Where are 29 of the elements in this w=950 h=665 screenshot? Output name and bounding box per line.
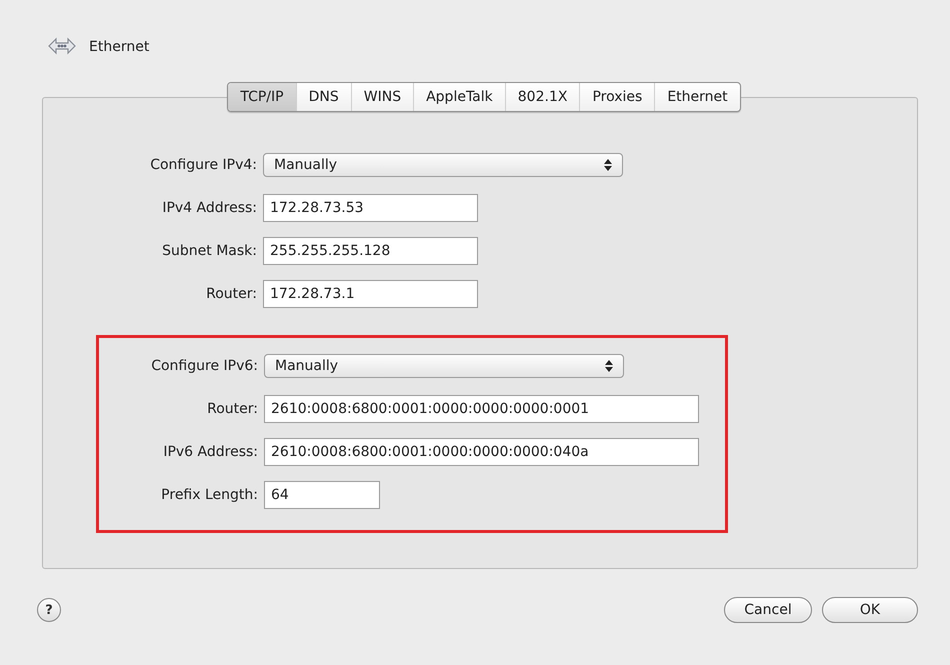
pane-title: Ethernet — [89, 39, 150, 55]
field-label: IPv4 Address: — [161, 200, 258, 216]
popup-menu[interactable]: Manually — [263, 152, 623, 176]
popup-menu[interactable]: Manually — [264, 354, 624, 378]
up-down-arrows-icon — [605, 360, 613, 372]
field-label: Subnet Mask: — [161, 242, 258, 258]
input-field[interactable]: 172.28.73.1 — [263, 280, 478, 308]
field-label: Router: — [206, 400, 259, 416]
push-button[interactable]: Cancel — [724, 597, 812, 623]
tab[interactable]: Proxies — [580, 83, 656, 111]
field-label: Configure IPv6: — [150, 358, 259, 374]
input-field[interactable]: 2610:0008:6800:0001:0000:0000:0000:0001 — [264, 394, 699, 422]
input-field[interactable]: 255.255.255.128 — [263, 236, 478, 264]
field-label: Configure IPv4: — [149, 156, 258, 172]
input-field[interactable]: 2610:0008:6800:0001:0000:0000:0000:040a — [264, 438, 699, 466]
field-label: IPv6 Address: — [162, 444, 259, 460]
tab[interactable]: Ethernet — [655, 83, 740, 111]
input-field[interactable]: 172.28.73.53 — [263, 194, 478, 222]
field-label: Router: — [205, 286, 258, 302]
up-down-arrows-icon — [604, 158, 612, 170]
tab[interactable]: 802.1X — [506, 83, 580, 111]
input-field[interactable]: 64 — [264, 480, 380, 508]
tab[interactable]: DNS — [296, 83, 352, 111]
help-button[interactable]: ? — [37, 598, 61, 622]
tab[interactable]: WINS — [352, 83, 414, 111]
field-label: Prefix Length: — [160, 486, 259, 502]
tab[interactable]: TCP/IP — [228, 83, 297, 111]
tab[interactable]: AppleTalk — [414, 83, 506, 111]
push-button[interactable]: OK — [822, 597, 918, 623]
